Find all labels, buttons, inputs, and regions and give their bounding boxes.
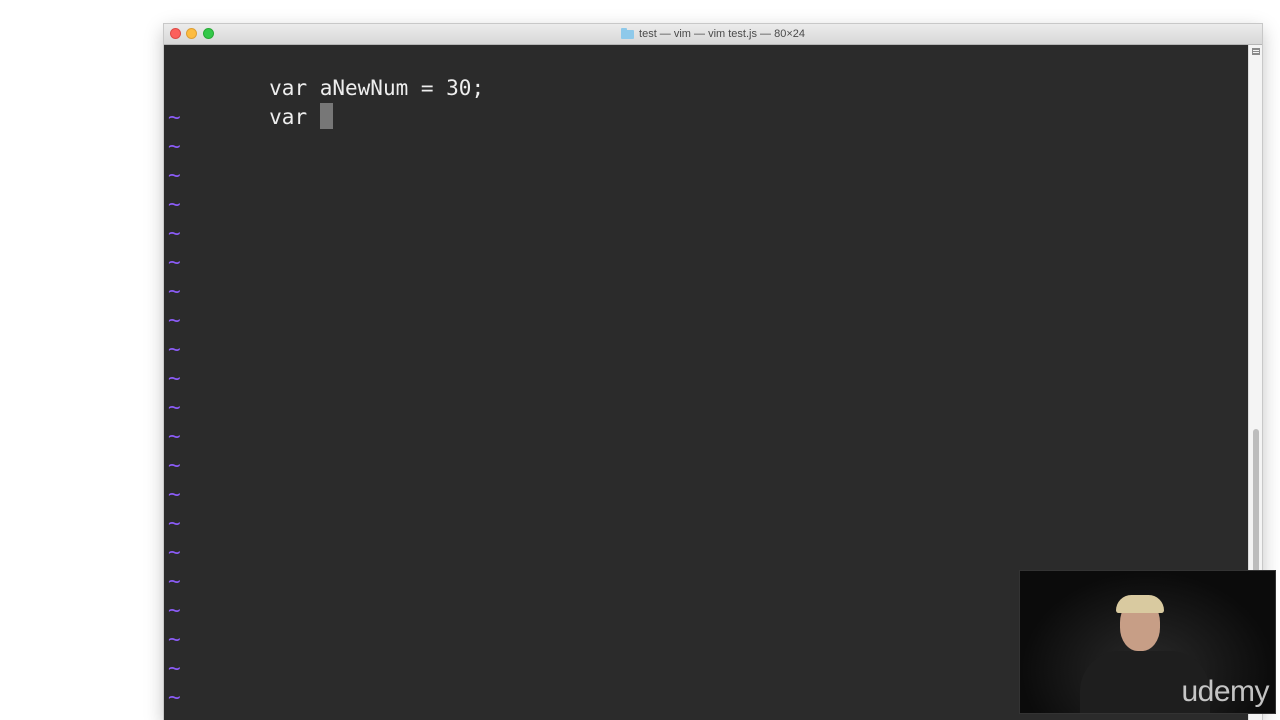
window-titlebar[interactable]: test — vim — vim test.js — 80×24 [164,24,1262,45]
scroll-grip-icon[interactable] [1252,48,1260,55]
empty-line-tilde: ~ [168,279,181,303]
empty-line-tilde: ~ [168,105,181,129]
scroll-thumb[interactable] [1253,429,1259,589]
window-title-container: test — vim — vim test.js — 80×24 [164,24,1262,44]
instructor-webcam-overlay: udemy [1019,570,1276,714]
empty-line-tilde: ~ [168,598,181,622]
empty-line-tilde: ~ [168,569,181,593]
folder-icon [621,27,635,39]
empty-line-tilde: ~ [168,685,181,709]
window-title: test — vim — vim test.js — 80×24 [639,28,805,40]
empty-line-tilde: ~ [168,250,181,274]
empty-line-tilde: ~ [168,366,181,390]
line-text: var [269,105,320,129]
empty-line-tilde: ~ [168,453,181,477]
empty-line-tilde: ~ [168,163,181,187]
udemy-watermark: udemy [1181,675,1269,708]
empty-line-tilde: ~ [168,511,181,535]
text-cursor [319,103,333,129]
instructor-hat [1116,595,1164,613]
empty-line-tilde: ~ [168,627,181,651]
empty-line-tilde: ~ [168,221,181,245]
empty-line-tilde: ~ [168,540,181,564]
desktop: test — vim — vim test.js — 80×24 var aNe… [0,0,1280,720]
editor-line-2[interactable]: var [168,74,333,129]
empty-line-tilde: ~ [168,482,181,506]
empty-line-tilde: ~ [168,192,181,216]
empty-line-tilde: ~ [168,134,181,158]
empty-line-tilde: ~ [168,337,181,361]
empty-line-tilde: ~ [168,395,181,419]
editor-line-1[interactable]: var aNewNum = 30; [168,45,484,100]
empty-line-tilde: ~ [168,308,181,332]
empty-line-tilde: ~ [168,656,181,680]
empty-line-tilde: ~ [168,424,181,448]
